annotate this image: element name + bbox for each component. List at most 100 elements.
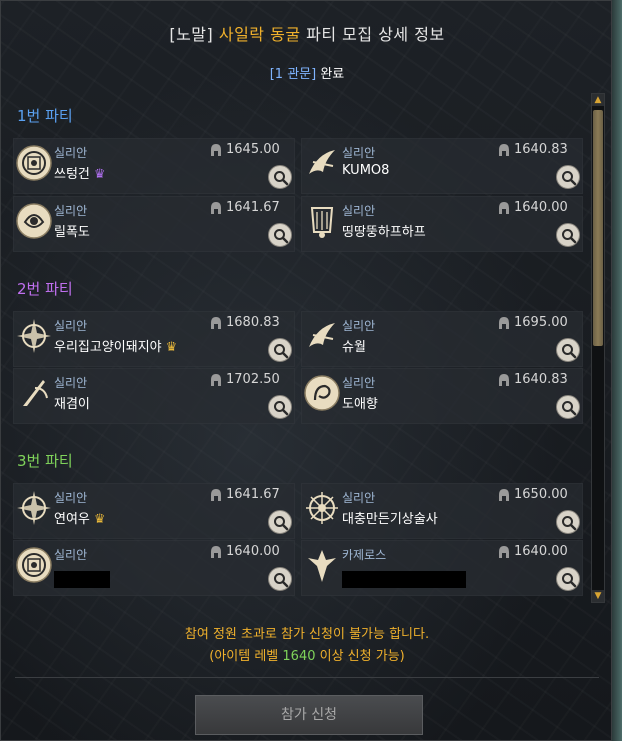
search-icon bbox=[274, 344, 289, 359]
member-name: 띵땅뚱하프하프 bbox=[342, 225, 426, 240]
search-icon bbox=[274, 171, 289, 186]
dialog-title: [노말] 사일락 동굴 파티 모집 상세 정보 bbox=[1, 21, 613, 45]
party-header: 1번 파티 bbox=[17, 107, 73, 125]
inspect-search-button[interactable] bbox=[268, 223, 292, 247]
inspect-search-button[interactable] bbox=[556, 395, 580, 419]
item-level-helmet-icon bbox=[499, 546, 509, 558]
divider bbox=[15, 677, 599, 678]
item-level-helmet-icon bbox=[499, 317, 509, 329]
member-item-level: 1641.67 bbox=[226, 487, 280, 502]
member-name-row: 우리집고양이돼지야 ♛ bbox=[54, 336, 177, 355]
inspect-search-button[interactable] bbox=[268, 338, 292, 362]
redacted-name bbox=[342, 571, 466, 588]
party-member-slot: 실리안슈월 1695.00 bbox=[301, 311, 583, 367]
item-level-helmet-icon bbox=[211, 374, 221, 386]
member-server: 실리안 bbox=[54, 376, 88, 390]
search-icon bbox=[274, 573, 289, 588]
member-server: 실리안 bbox=[342, 376, 376, 390]
redacted-name bbox=[54, 571, 110, 588]
member-name-row: 재겸이 bbox=[54, 393, 90, 412]
member-name-row: 쓰텅건 ♛ bbox=[54, 163, 106, 182]
scroll-down-arrow-icon[interactable]: ▼ bbox=[592, 590, 604, 602]
member-name-row: 연여우 ♛ bbox=[54, 508, 106, 527]
member-server: 실리안 bbox=[54, 548, 88, 562]
member-name: 우리집고양이돼지야 bbox=[54, 340, 162, 355]
scroll-up-arrow-icon[interactable]: ▲ bbox=[592, 94, 604, 106]
paladin-class-icon bbox=[308, 550, 336, 582]
member-name: 쓰텅건 bbox=[54, 167, 90, 182]
member-item-level: 1695.00 bbox=[514, 315, 568, 330]
member-name: 재겸이 bbox=[54, 397, 90, 412]
search-icon bbox=[274, 401, 289, 416]
member-server: 실리안 bbox=[342, 204, 376, 218]
difficulty-label: [노말] bbox=[169, 25, 214, 44]
item-level-helmet-icon bbox=[211, 546, 221, 558]
inspect-search-button[interactable] bbox=[556, 567, 580, 591]
member-item-level: 1650.00 bbox=[514, 487, 568, 502]
item-level-helmet-icon bbox=[211, 144, 221, 156]
inspect-search-button[interactable] bbox=[556, 510, 580, 534]
party-member-slot: 실리안띵땅뚱하프하프 1640.00 bbox=[301, 196, 583, 252]
member-server: 실리안 bbox=[54, 204, 88, 218]
deathblade-class-icon bbox=[309, 323, 335, 347]
member-name-row: 도애향 bbox=[342, 393, 378, 412]
crown-icon: ♛ bbox=[93, 167, 106, 182]
member-item-level: 1640.83 bbox=[514, 142, 568, 157]
inspect-search-button[interactable] bbox=[268, 395, 292, 419]
notice-prefix: (아이템 레벨 bbox=[209, 649, 283, 664]
artist-class-icon bbox=[304, 375, 340, 411]
search-icon bbox=[562, 171, 577, 186]
member-item-level: 1680.83 bbox=[226, 315, 280, 330]
scrollbar[interactable]: ▲ ▼ bbox=[591, 93, 605, 603]
gate-label: [1 관문] bbox=[269, 67, 317, 82]
inspect-search-button[interactable] bbox=[268, 567, 292, 591]
item-level-helmet-icon bbox=[499, 144, 509, 156]
party-recruit-dialog: [노말] 사일락 동굴 파티 모집 상세 정보 [1 관문] 완료 1번 파티실… bbox=[0, 0, 612, 741]
member-item-level: 1641.67 bbox=[226, 200, 280, 215]
member-name-row: KUMO8 bbox=[342, 163, 389, 178]
item-level-helmet-icon bbox=[211, 317, 221, 329]
member-name: 도애향 bbox=[342, 397, 378, 412]
notice-suffix: 이상 신청 가능) bbox=[315, 649, 405, 664]
member-item-level: 1640.00 bbox=[226, 544, 280, 559]
background-edge bbox=[612, 0, 622, 741]
inspect-search-button[interactable] bbox=[556, 165, 580, 189]
reaper-class-icon bbox=[23, 380, 48, 406]
search-icon bbox=[562, 229, 577, 244]
striker-class-icon bbox=[17, 319, 51, 353]
crown-icon: ♛ bbox=[93, 512, 106, 527]
party-member-slot: 실리안쓰텅건 ♛ 1645.00 bbox=[13, 138, 295, 194]
scroll-thumb[interactable] bbox=[593, 110, 603, 346]
member-item-level: 1645.00 bbox=[226, 142, 280, 157]
member-name-row: 슈월 bbox=[342, 336, 366, 355]
search-icon bbox=[562, 401, 577, 416]
apply-button[interactable]: 참가 신청 bbox=[195, 695, 423, 735]
sorceress-class-icon bbox=[16, 203, 52, 239]
dungeon-name: 사일락 동굴 bbox=[218, 25, 301, 44]
item-level-helmet-icon bbox=[211, 489, 221, 501]
artillerist-class-icon bbox=[16, 145, 52, 181]
member-server: 실리안 bbox=[342, 146, 376, 160]
member-server: 실리안 bbox=[342, 491, 376, 505]
gate-status: [1 관문] 완료 bbox=[1, 63, 613, 82]
notice-level-requirement: (아이템 레벨 1640 이상 신청 가능) bbox=[1, 645, 613, 664]
bard-class-icon bbox=[310, 207, 334, 238]
inspect-search-button[interactable] bbox=[268, 165, 292, 189]
inspect-search-button[interactable] bbox=[268, 510, 292, 534]
member-item-level: 1640.00 bbox=[514, 200, 568, 215]
party-header: 3번 파티 bbox=[17, 452, 73, 470]
member-server: 실리안 bbox=[54, 146, 88, 160]
inspect-search-button[interactable] bbox=[556, 338, 580, 362]
member-name: 릴폭도 bbox=[54, 225, 90, 240]
member-name: 슈월 bbox=[342, 340, 366, 355]
member-name: KUMO8 bbox=[342, 163, 390, 178]
search-icon bbox=[562, 344, 577, 359]
search-icon bbox=[274, 516, 289, 531]
inspect-search-button[interactable] bbox=[556, 223, 580, 247]
party-member-slot: 실리안 도애향 1640.83 bbox=[301, 368, 583, 424]
party-member-slot: 실리안 연여우 ♛ 1641.67 bbox=[13, 483, 295, 539]
item-level-helmet-icon bbox=[499, 489, 509, 501]
gate-status-text: 완료 bbox=[320, 67, 345, 82]
member-server: 실리안 bbox=[54, 319, 88, 333]
member-server: 실리안 bbox=[342, 319, 376, 333]
